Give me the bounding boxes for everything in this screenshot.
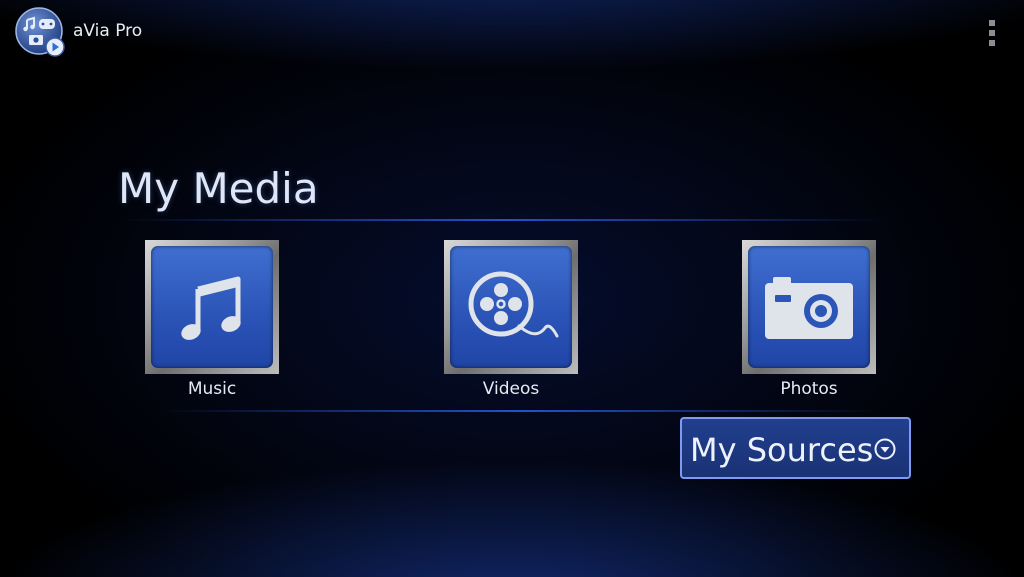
music-label: Music xyxy=(187,379,237,399)
videos-label: Videos xyxy=(482,379,540,399)
music-note-icon xyxy=(181,276,241,340)
app-icon[interactable] xyxy=(15,7,65,57)
section-title: My Media xyxy=(118,164,319,213)
overflow-menu-icon[interactable] xyxy=(985,19,999,47)
photos-tile-frame xyxy=(742,240,876,374)
my-sources-button[interactable]: My Sources xyxy=(680,417,911,479)
music-tile-frame xyxy=(145,240,279,374)
my-sources-label: My Sources xyxy=(690,431,874,469)
film-reel-icon xyxy=(468,271,559,338)
videos-tile[interactable]: Videos xyxy=(444,240,578,399)
music-tile[interactable]: Music xyxy=(145,240,279,399)
chevron-down-circle-icon xyxy=(874,438,896,460)
app-title: aVia Pro xyxy=(73,21,143,41)
photos-label: Photos xyxy=(780,379,838,399)
camera-icon xyxy=(765,277,853,339)
section-divider-bottom xyxy=(160,410,880,412)
photos-tile[interactable]: Photos xyxy=(742,240,876,399)
avia-app-icon xyxy=(15,7,65,57)
section-divider-top xyxy=(120,219,890,221)
videos-tile-frame xyxy=(444,240,578,374)
